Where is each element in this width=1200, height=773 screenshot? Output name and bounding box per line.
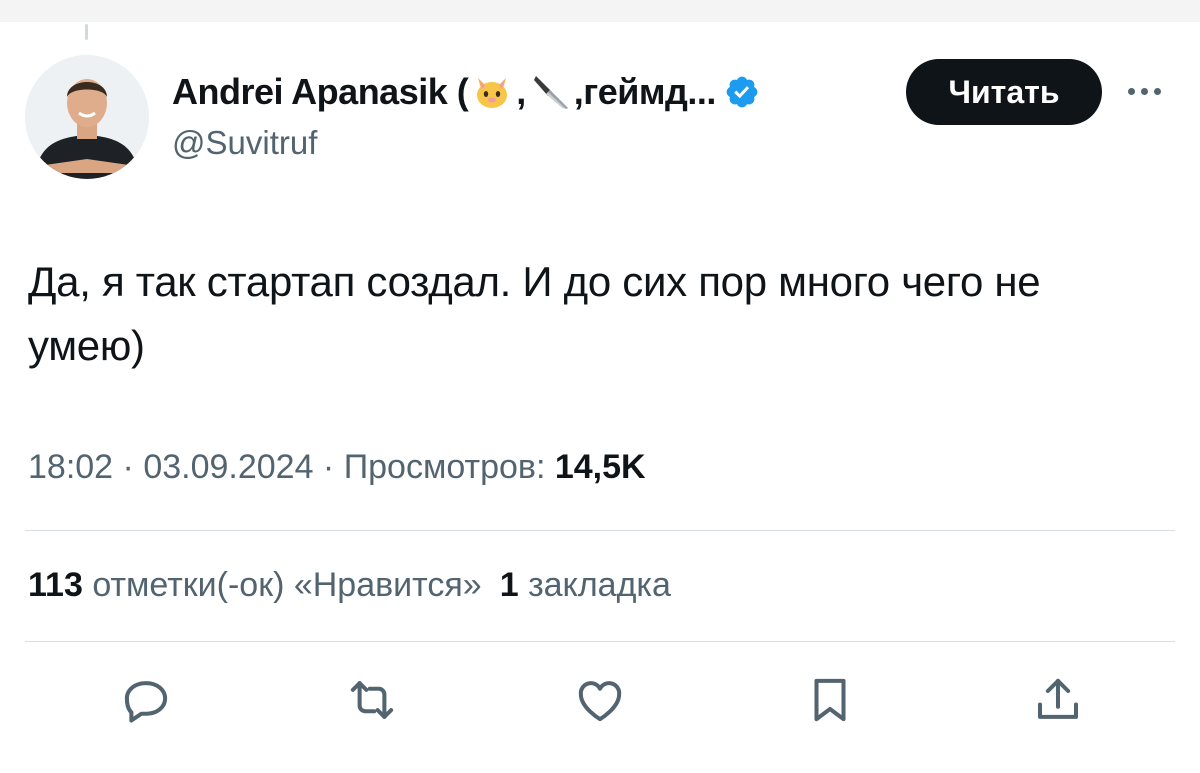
tweet-meta: 18:02 · 03.09.2024 · Просмотров: 14,5K <box>28 448 646 487</box>
bookmark-icon[interactable] <box>802 672 858 728</box>
retweet-icon[interactable] <box>344 672 400 728</box>
like-icon[interactable] <box>572 672 628 728</box>
avatar[interactable] <box>25 55 149 179</box>
verified-badge-icon <box>726 76 758 108</box>
tweet-text: Да, я так стартап создал. И до сих пор м… <box>28 258 1041 369</box>
bookmarks-label: закладка <box>528 566 671 604</box>
tweet-time[interactable]: 18:02 <box>28 448 113 486</box>
share-icon[interactable] <box>1030 672 1086 728</box>
views-label: Просмотров: <box>343 448 555 486</box>
follow-button[interactable]: Читать <box>906 59 1102 125</box>
reply-icon[interactable] <box>118 672 174 728</box>
likes-label: отметки(-ок) «Нравится» <box>92 566 482 604</box>
divider <box>25 530 1175 531</box>
tweet-stats: 113 отметки(-ок) «Нравится» 1 закладка <box>28 566 671 605</box>
meta-separator: · <box>313 448 344 486</box>
avatar-photo <box>25 55 149 179</box>
more-dot <box>1128 88 1135 95</box>
action-bar <box>0 672 1200 732</box>
thread-connector-line <box>85 24 88 40</box>
more-dot <box>1154 88 1161 95</box>
more-dot <box>1141 88 1148 95</box>
author-name-row[interactable]: Andrei Apanasik ( , ,геймд... <box>172 70 760 114</box>
views-count[interactable]: 14,5K <box>555 448 646 486</box>
kitchen-knife-icon <box>530 72 570 112</box>
likes-count: 113 <box>28 566 83 604</box>
tweet-date[interactable]: 03.09.2024 <box>143 448 313 486</box>
cat-face-icon <box>472 72 512 112</box>
author-handle[interactable]: @Suvitruf <box>172 124 317 162</box>
divider <box>25 641 1175 642</box>
meta-separator: · <box>113 448 144 486</box>
bookmarks-count: 1 <box>499 566 519 604</box>
display-name-separator: , <box>516 71 526 112</box>
display-name-suffix: ,геймд... <box>573 71 717 112</box>
top-strip <box>0 0 1200 22</box>
display-name-prefix: Andrei Apanasik ( <box>172 71 469 112</box>
bookmarks-stat[interactable]: 1 закладка <box>500 566 671 604</box>
likes-stat[interactable]: 113 отметки(-ок) «Нравится» <box>28 566 482 604</box>
more-options-icon[interactable] <box>1128 88 1161 95</box>
